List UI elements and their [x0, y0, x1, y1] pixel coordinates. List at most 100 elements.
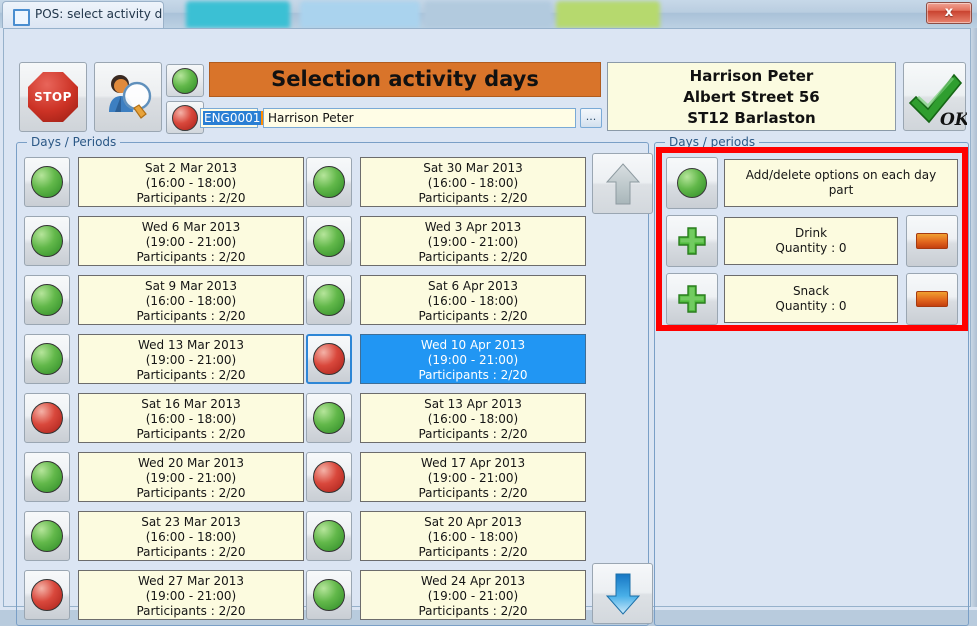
day-info[interactable]: Wed 24 Apr 2013(19:00 - 21:00)Participan…	[360, 570, 586, 620]
green-led-icon	[313, 225, 345, 257]
day-participants: Participants : 2/20	[79, 545, 303, 560]
title-bar: POS: select activity day x	[0, 0, 977, 28]
customer-address-box: Harrison Peter Albert Street 56 ST12 Bar…	[607, 62, 896, 131]
scroll-up-button[interactable]	[592, 153, 653, 214]
option-delete-button[interactable]	[906, 273, 958, 325]
day-status-led-button[interactable]	[306, 334, 352, 384]
day-status-led-button[interactable]	[24, 216, 70, 266]
day-time: (16:00 - 18:00)	[361, 412, 585, 427]
day-status-led-button[interactable]	[24, 334, 70, 384]
day-info[interactable]: Sat 13 Apr 2013(16:00 - 18:00)Participan…	[360, 393, 586, 443]
green-led-icon	[677, 168, 707, 198]
day-info[interactable]: Sat 6 Apr 2013(16:00 - 18:00)Participant…	[360, 275, 586, 325]
day-time: (19:00 - 21:00)	[79, 353, 303, 368]
day-date: Wed 27 Mar 2013	[79, 574, 303, 589]
option-line-2: part	[725, 183, 957, 198]
tab-background-2[interactable]	[300, 1, 420, 28]
option-info[interactable]: DrinkQuantity : 0	[724, 217, 898, 265]
green-led-icon	[313, 520, 345, 552]
option-delete-button[interactable]	[906, 215, 958, 267]
scroll-down-button[interactable]	[592, 563, 653, 624]
day-time: (16:00 - 18:00)	[79, 294, 303, 309]
day-participants: Participants : 2/20	[361, 604, 585, 619]
red-led-icon	[172, 105, 198, 131]
day-info[interactable]: Wed 13 Mar 2013(19:00 - 21:00)Participan…	[78, 334, 304, 384]
customer-lookup-button[interactable]	[94, 62, 162, 132]
green-led-icon	[31, 284, 63, 316]
ok-button[interactable]: OK	[903, 62, 966, 131]
option-add-button[interactable]	[666, 215, 718, 267]
day-info[interactable]: Sat 30 Mar 2013(16:00 - 18:00)Participan…	[360, 157, 586, 207]
green-led-icon	[31, 461, 63, 493]
customer-code-input[interactable]: ENG0001	[200, 108, 258, 128]
address-line-2: Albert Street 56	[608, 87, 895, 108]
day-participants: Participants : 2/20	[79, 309, 303, 324]
status-led-red-button[interactable]	[166, 101, 204, 134]
day-participants: Participants : 2/20	[79, 486, 303, 501]
svg-text:OK: OK	[940, 110, 967, 130]
option-add-button[interactable]	[666, 273, 718, 325]
day-time: (16:00 - 18:00)	[79, 176, 303, 191]
day-info[interactable]: Wed 20 Mar 2013(19:00 - 21:00)Participan…	[78, 452, 304, 502]
green-led-icon	[31, 166, 63, 198]
day-info[interactable]: Wed 3 Apr 2013(19:00 - 21:00)Participant…	[360, 216, 586, 266]
day-info[interactable]: Wed 10 Apr 2013(19:00 - 21:00)Participan…	[360, 334, 586, 384]
day-time: (19:00 - 21:00)	[361, 353, 585, 368]
form-scrollbar[interactable]	[971, 28, 977, 607]
day-date: Wed 17 Apr 2013	[361, 456, 585, 471]
day-status-led-button[interactable]	[24, 511, 70, 561]
customer-name-input[interactable]: Harrison Peter	[263, 108, 576, 128]
customer-browse-button[interactable]: ...	[580, 108, 602, 128]
day-status-led-button[interactable]	[306, 216, 352, 266]
day-date: Wed 10 Apr 2013	[361, 338, 585, 353]
user-search-icon	[101, 70, 155, 124]
day-info[interactable]: Sat 16 Mar 2013(16:00 - 18:00)Participan…	[78, 393, 304, 443]
day-date: Sat 23 Mar 2013	[79, 515, 303, 530]
day-info[interactable]: Wed 17 Apr 2013(19:00 - 21:00)Participan…	[360, 452, 586, 502]
day-participants: Participants : 2/20	[361, 545, 585, 560]
option-line-2: Quantity : 0	[725, 241, 897, 256]
day-info[interactable]: Wed 6 Mar 2013(19:00 - 21:00)Participant…	[78, 216, 304, 266]
day-status-led-button[interactable]	[306, 511, 352, 561]
day-info[interactable]: Sat 2 Mar 2013(16:00 - 18:00)Participant…	[78, 157, 304, 207]
option-line-1: Drink	[725, 226, 897, 241]
day-status-led-button[interactable]	[24, 393, 70, 443]
day-date: Sat 30 Mar 2013	[361, 161, 585, 176]
day-status-led-button[interactable]	[306, 570, 352, 620]
status-led-green-button[interactable]	[166, 64, 204, 97]
day-info[interactable]: Sat 23 Mar 2013(16:00 - 18:00)Participan…	[78, 511, 304, 561]
day-status-led-button[interactable]	[306, 275, 352, 325]
day-status-led-button[interactable]	[24, 275, 70, 325]
green-led-icon	[313, 579, 345, 611]
day-date: Sat 6 Apr 2013	[361, 279, 585, 294]
day-info[interactable]: Sat 20 Apr 2013(16:00 - 18:00)Participan…	[360, 511, 586, 561]
day-time: (16:00 - 18:00)	[361, 294, 585, 309]
day-info[interactable]: Wed 27 Mar 2013(19:00 - 21:00)Participan…	[78, 570, 304, 620]
minus-icon	[916, 291, 948, 307]
day-status-led-button[interactable]	[24, 157, 70, 207]
green-led-icon	[31, 520, 63, 552]
day-date: Wed 20 Mar 2013	[79, 456, 303, 471]
option-snack: SnackQuantity : 0	[666, 273, 958, 325]
day-status-led-button[interactable]	[306, 452, 352, 502]
option-status-led-button[interactable]	[666, 157, 718, 209]
option-info[interactable]: Add/delete options on each daypart	[724, 159, 958, 207]
day-participants: Participants : 2/20	[79, 368, 303, 383]
tab-background-3[interactable]	[424, 1, 552, 28]
day-info[interactable]: Sat 9 Mar 2013(16:00 - 18:00)Participant…	[78, 275, 304, 325]
close-button[interactable]: x	[926, 2, 972, 24]
address-line-1: Harrison Peter	[608, 66, 895, 87]
day-status-led-button[interactable]	[24, 570, 70, 620]
tab-background-1[interactable]	[186, 1, 290, 28]
stop-button[interactable]: STOP	[19, 62, 87, 132]
day-status-led-button[interactable]	[24, 452, 70, 502]
day-participants: Participants : 2/20	[361, 250, 585, 265]
tab-background-4[interactable]	[556, 1, 660, 28]
option-info[interactable]: SnackQuantity : 0	[724, 275, 898, 323]
green-led-icon	[313, 402, 345, 434]
day-status-led-button[interactable]	[306, 393, 352, 443]
day-status-led-button[interactable]	[306, 157, 352, 207]
option-line-1: Add/delete options on each day	[725, 168, 957, 183]
days-periods-left-label: Days / Periods	[27, 135, 120, 149]
tab-active-pos[interactable]: POS: select activity day	[2, 1, 164, 28]
